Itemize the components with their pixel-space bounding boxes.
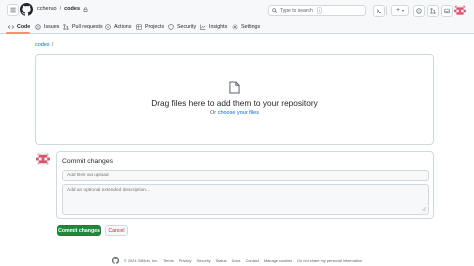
issue-icon: [416, 8, 422, 14]
tab-pull-requests-label: Pull requests: [72, 24, 103, 30]
tab-settings-label: Settings: [241, 24, 261, 30]
identicon-avatar-icon: [454, 5, 466, 16]
tab-insights-label: Insights: [209, 24, 228, 30]
choose-files-link[interactable]: choose your files: [218, 110, 259, 116]
committer-avatar: [36, 152, 50, 166]
active-tab-indicator: [6, 32, 30, 34]
hamburger-icon: [10, 7, 16, 13]
github-logo-icon[interactable]: [111, 257, 119, 264]
choose-files-line: Or choose your files: [36, 110, 433, 116]
site-footer: © 2024 GitHub, Inc. Terms Privacy Securi…: [0, 256, 474, 265]
header-divider: [386, 6, 387, 15]
repo-link[interactable]: codes: [64, 6, 80, 12]
footer-link-docs[interactable]: Docs: [232, 258, 241, 263]
tab-security[interactable]: Security: [168, 22, 196, 32]
shield-icon: [168, 24, 174, 30]
command-palette-button[interactable]: [373, 5, 385, 17]
breadcrumb-separator: /: [59, 6, 62, 12]
terminal-icon: [376, 9, 381, 13]
path-repo-link[interactable]: codes: [35, 42, 50, 48]
tab-actions-label: Actions: [114, 24, 132, 30]
tab-projects-label: Projects: [145, 24, 165, 30]
tab-insights[interactable]: Insights: [200, 22, 227, 32]
footer-link-do-not-share[interactable]: Do not share my personal information: [297, 258, 362, 263]
footer-link-security[interactable]: Security: [196, 258, 210, 263]
tab-security-label: Security: [177, 24, 197, 30]
search-placeholder: Type to search: [280, 7, 313, 14]
tab-issues-label: Issues: [44, 24, 60, 30]
search-shortcut-key: /: [316, 7, 322, 14]
lock-icon: [83, 6, 88, 12]
search-icon: [272, 8, 277, 13]
issue-icon: [35, 24, 41, 30]
global-header: ccheruo / codes Type to search / + ▾: [0, 0, 474, 20]
commit-description-textarea[interactable]: [62, 184, 429, 215]
file-drop-zone[interactable]: Drag files here to add them to your repo…: [35, 54, 434, 145]
commit-changes-panel: Commit changes: [56, 151, 434, 219]
commit-changes-heading: Commit changes: [62, 158, 113, 165]
or-text: Or: [210, 110, 217, 116]
code-icon: [8, 25, 14, 29]
identicon-avatar-icon: [36, 152, 50, 166]
menu-button[interactable]: [7, 4, 19, 16]
commit-changes-button[interactable]: Commit changes: [57, 225, 101, 236]
resize-grip-icon[interactable]: [422, 207, 426, 211]
tab-projects[interactable]: Projects: [136, 22, 164, 32]
graph-icon: [200, 24, 206, 30]
search-input[interactable]: Type to search /: [268, 5, 366, 16]
pull-request-icon: [430, 8, 436, 14]
github-logo-icon[interactable]: [20, 3, 33, 16]
tab-code-label: Code: [17, 24, 31, 30]
chevron-down-icon: ▾: [402, 8, 405, 13]
upload-page: ccheruo / codes Type to search / + ▾ Cod…: [0, 0, 474, 266]
tab-issues[interactable]: Issues: [35, 22, 59, 32]
create-new-button[interactable]: + ▾: [391, 5, 409, 16]
projects-table-icon: [136, 24, 142, 30]
tab-actions[interactable]: Actions: [105, 22, 131, 32]
inbox-icon: [444, 8, 450, 14]
tab-code[interactable]: Code: [8, 22, 30, 32]
file-icon: [229, 81, 240, 94]
footer-link-status[interactable]: Status: [216, 258, 227, 263]
issues-button[interactable]: [413, 5, 425, 17]
footer-link-contact[interactable]: Contact: [245, 258, 258, 263]
repo-navigation: Code Issues Pull requests Actions Projec…: [0, 20, 474, 34]
tab-pull-requests[interactable]: Pull requests: [63, 22, 103, 32]
drag-files-heading: Drag files here to add them to your repo…: [151, 98, 318, 108]
cancel-button[interactable]: Cancel: [105, 225, 128, 236]
footer-link-privacy[interactable]: Privacy: [179, 258, 192, 263]
footer-copyright: © 2024 GitHub, Inc.: [123, 258, 159, 263]
pull-request-icon: [63, 24, 69, 30]
actions-play-icon: [105, 24, 111, 30]
notifications-button[interactable]: [441, 5, 453, 17]
tab-settings[interactable]: Settings: [232, 22, 260, 32]
footer-link-terms[interactable]: Terms: [163, 258, 174, 263]
pull-requests-button[interactable]: [427, 5, 439, 17]
commit-summary-input[interactable]: [62, 170, 429, 181]
repo-breadcrumb: ccheruo / codes: [37, 6, 88, 12]
plus-icon: +: [395, 7, 401, 14]
owner-link[interactable]: ccheruo: [37, 6, 57, 12]
footer-link-manage-cookies[interactable]: Manage cookies: [264, 258, 292, 263]
user-avatar[interactable]: [454, 4, 466, 16]
gear-icon: [232, 24, 238, 30]
file-path-breadcrumb: codes /: [35, 42, 53, 48]
path-separator: /: [51, 42, 54, 48]
